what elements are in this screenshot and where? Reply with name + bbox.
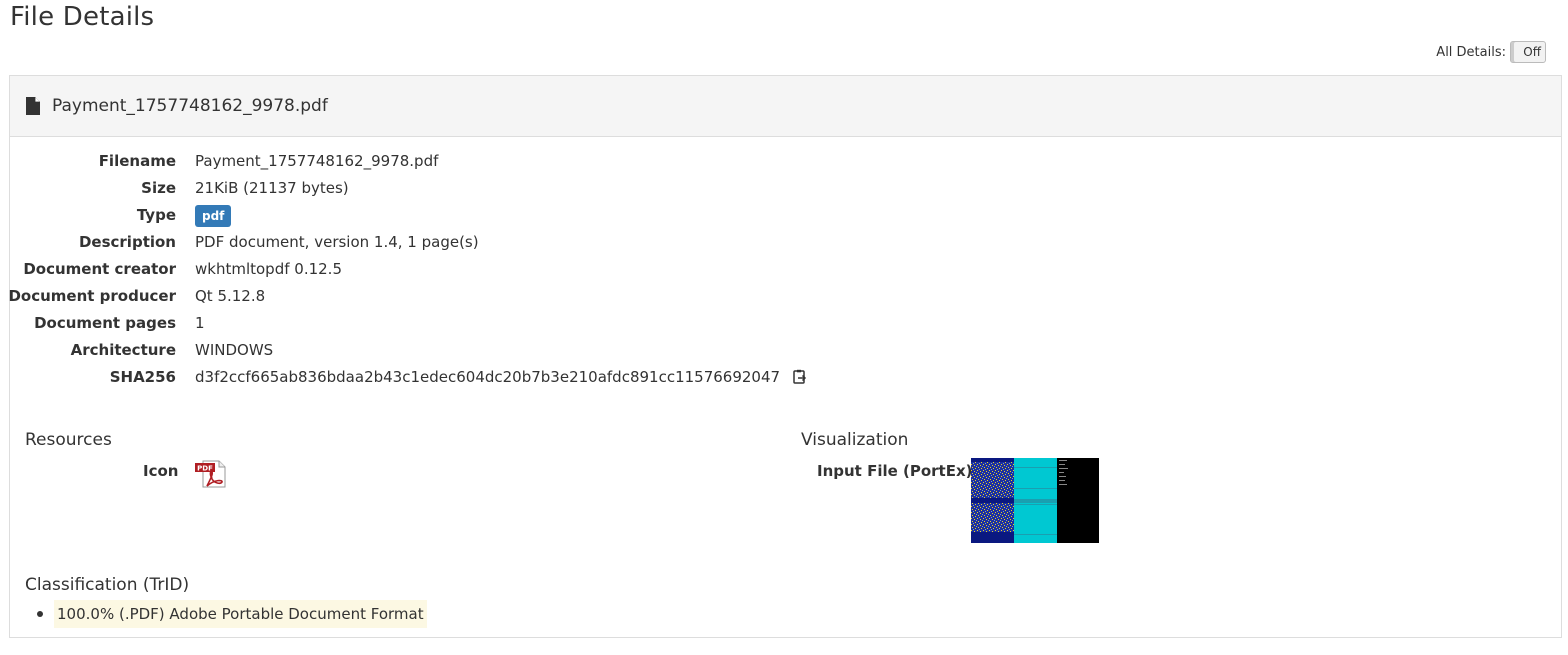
page-title: File Details [10,2,155,32]
detail-row-document-producer: Document producer Qt 5.12.8 [8,287,1561,314]
resources-title: Resources [25,430,112,450]
detail-value: 1 [195,314,205,332]
sha256-value[interactable]: d3f2ccf665ab836bdaa2b43c1edec604dc20b7b3… [195,368,780,386]
panel-header-filename: Payment_1757748162_9978.pdf [52,96,328,116]
detail-label: Document pages [34,314,176,332]
detail-label: Document producer [8,287,176,305]
detail-value: pdf [195,205,232,227]
visualization-input-label: Input File (PortEx) [817,462,973,480]
detail-value: WINDOWS [195,341,274,359]
detail-row-filename: Filename Payment_1757748162_9978.pdf [10,152,1561,179]
detail-row-size: Size 21KiB (21137 bytes) [10,179,1561,206]
detail-label: Size [141,179,176,197]
detail-label: Architecture [70,341,176,359]
classification-title: Classification (TrID) [25,575,190,595]
detail-row-architecture: Architecture WINDOWS [10,341,1561,368]
file-details-panel: Payment_1757748162_9978.pdf Filename Pay… [8,75,1562,638]
detail-label: Type [136,206,176,224]
detail-row-description: Description PDF document, version 1.4, 1… [10,233,1561,260]
detail-label: Description [78,233,176,251]
detail-value: Qt 5.12.8 [195,287,266,305]
bullet [37,611,43,617]
detail-value: Payment_1757748162_9978.pdf [195,152,439,170]
portex-visualization-image[interactable] [971,458,1099,543]
details-list: Filename Payment_1757748162_9978.pdf Siz… [8,152,1561,395]
file-icon [26,97,40,115]
detail-label: Document creator [23,260,176,278]
all-details-control: All Details: Off [1436,41,1546,63]
detail-value: wkhtmltopdf 0.12.5 [195,260,342,278]
detail-row-document-creator: Document creator wkhtmltopdf 0.12.5 [10,260,1561,287]
trid-entry: 100.0% (.PDF) Adobe Portable Document Fo… [54,600,427,628]
detail-value: 21KiB (21137 bytes) [195,179,349,197]
detail-value: d3f2ccf665ab836bdaa2b43c1edec604dc20b7b3… [195,368,807,386]
detail-label: Filename [98,152,176,170]
panel-header: Payment_1757748162_9978.pdf [10,76,1561,137]
all-details-label: All Details: [1436,44,1506,60]
all-details-toggle[interactable]: Off [1510,41,1546,63]
visualization-title: Visualization [801,430,909,450]
detail-value: PDF document, version 1.4, 1 page(s) [195,233,479,251]
detail-row-document-pages: Document pages 1 [10,314,1561,341]
type-badge: pdf [195,205,232,227]
copy-icon[interactable] [793,369,807,384]
detail-row-type: Type pdf [10,205,1561,233]
resources-icon-label: Icon [143,462,179,480]
list-item: 100.0% (.PDF) Adobe Portable Document Fo… [25,600,427,628]
detail-label: SHA256 [109,368,176,386]
pdf-file-icon: PDF [195,460,226,488]
trid-list: 100.0% (.PDF) Adobe Portable Document Fo… [25,600,427,628]
detail-row-sha256: SHA256 d3f2ccf665ab836bdaa2b43c1edec604d… [10,368,1561,395]
